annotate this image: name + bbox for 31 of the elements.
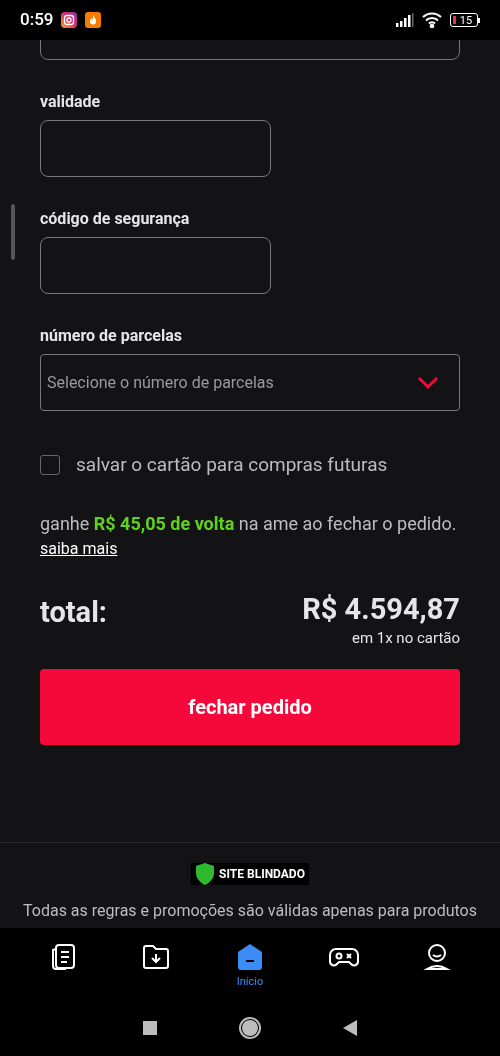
instagram-icon xyxy=(61,12,78,28)
battery-indicator: 15 xyxy=(450,13,480,27)
chevron-down-icon xyxy=(417,375,439,390)
flame-app-icon xyxy=(85,12,102,28)
footer-disclaimer: Todas as regras e promoções são válidas apenas para produtos xyxy=(22,900,478,922)
signal-icon xyxy=(396,13,414,27)
nav-tab[interactable]: Início xyxy=(220,934,280,994)
status-time: 0:59 xyxy=(20,8,54,32)
shield-icon xyxy=(195,862,216,886)
home-icon xyxy=(235,942,265,972)
site-blindado-badge: SITE BLINDADO xyxy=(191,863,309,885)
field-label: número de parcelas xyxy=(40,325,183,347)
installments-select[interactable]: Selecione o número de parcelas xyxy=(40,354,460,411)
submit-button[interactable]: fechar pedido xyxy=(40,669,460,745)
payment-note: em 1x no cartão xyxy=(351,627,460,649)
total-value: R$ 4.594,87 xyxy=(302,590,460,627)
home-button[interactable] xyxy=(239,1017,261,1039)
input-field[interactable] xyxy=(40,120,271,177)
learn-more-link[interactable]: saiba mais xyxy=(40,538,118,558)
field-label: código de segurança xyxy=(40,208,191,230)
back-button[interactable] xyxy=(343,1020,357,1036)
folder-download-icon xyxy=(141,942,172,972)
wifi-icon xyxy=(422,12,442,28)
total-label: total: xyxy=(40,593,107,631)
checkbox-label: salvar o cartão para compras futuras xyxy=(76,452,388,478)
field-label: validade xyxy=(40,91,102,113)
input-field[interactable] xyxy=(40,237,271,294)
save-card-checkbox[interactable] xyxy=(40,455,60,476)
scroll-indicator xyxy=(11,204,15,260)
cashback-text: ganhe R$ 45,05 de volta na ame ao fechar o pedido. saiba mais xyxy=(40,511,458,560)
profile-icon xyxy=(422,942,453,972)
